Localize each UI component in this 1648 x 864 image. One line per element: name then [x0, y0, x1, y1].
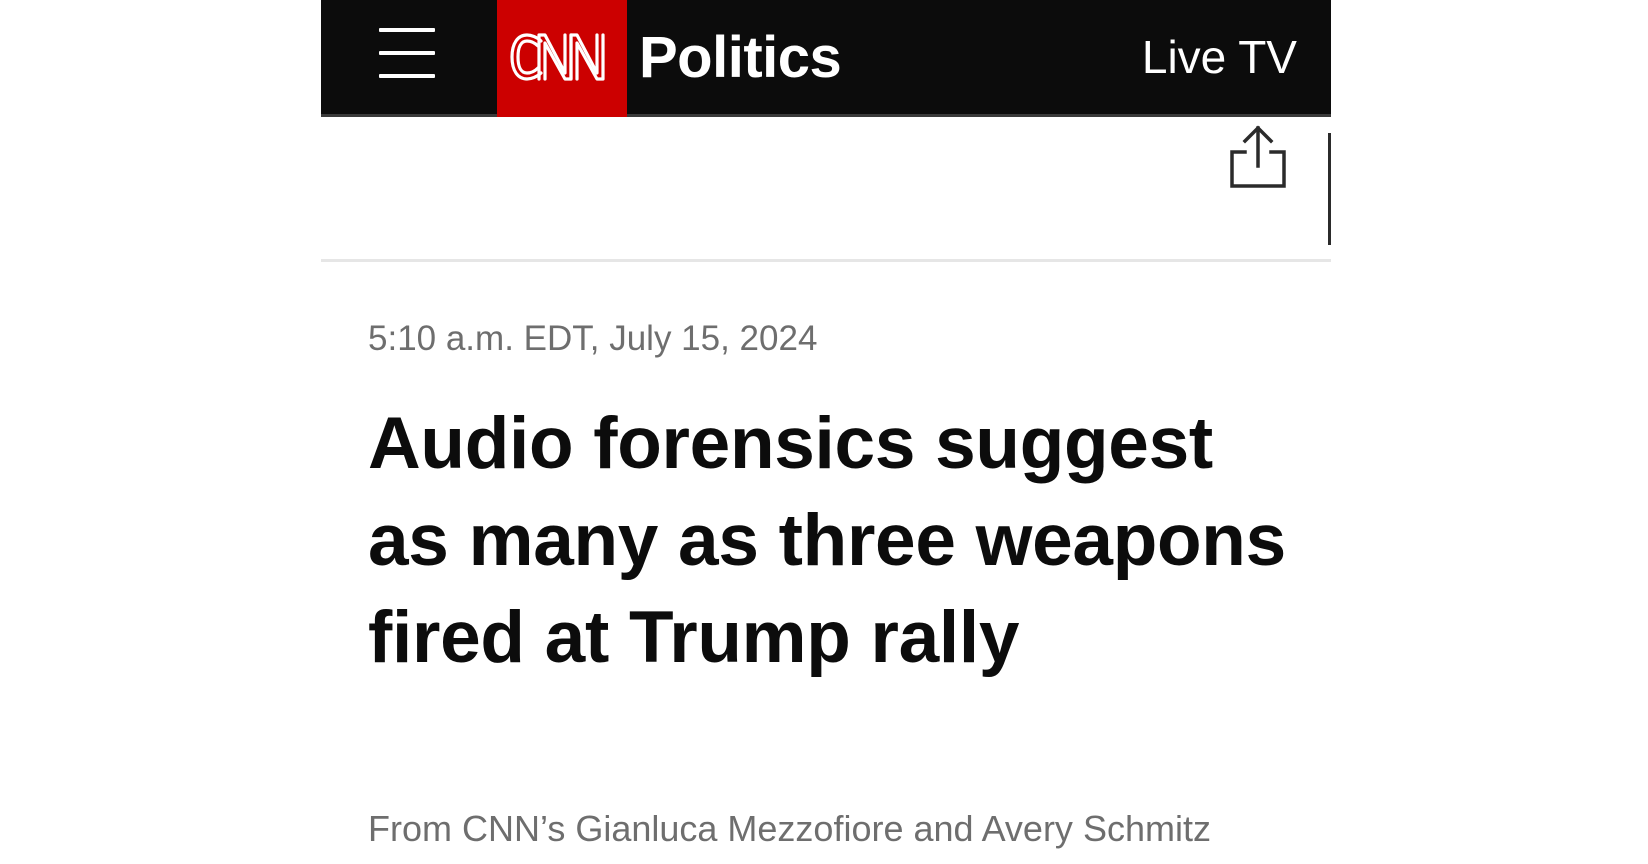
- share-icon[interactable]: [1227, 122, 1289, 192]
- hamburger-menu-icon[interactable]: [379, 28, 435, 78]
- article-timestamp: 5:10 a.m. EDT, July 15, 2024: [368, 319, 818, 358]
- cnn-logo[interactable]: [497, 0, 627, 117]
- article-frame: Politics Live TV 5:10 a.m. EDT, July 15,…: [321, 0, 1331, 864]
- share-bar: [321, 117, 1331, 262]
- article-byline: From CNN’s Gianluca Mezzofiore and Avery…: [368, 808, 1211, 849]
- top-nav-bar: Politics Live TV: [321, 0, 1331, 117]
- cnn-logo-mark: [510, 33, 605, 81]
- article-headline: Audio forensics suggest as many as three…: [368, 403, 1286, 678]
- live-tv-link[interactable]: Live TV: [1142, 30, 1297, 84]
- page: Politics Live TV 5:10 a.m. EDT, July 15,…: [0, 0, 1648, 864]
- section-title[interactable]: Politics: [639, 25, 842, 91]
- divider: [1328, 133, 1331, 245]
